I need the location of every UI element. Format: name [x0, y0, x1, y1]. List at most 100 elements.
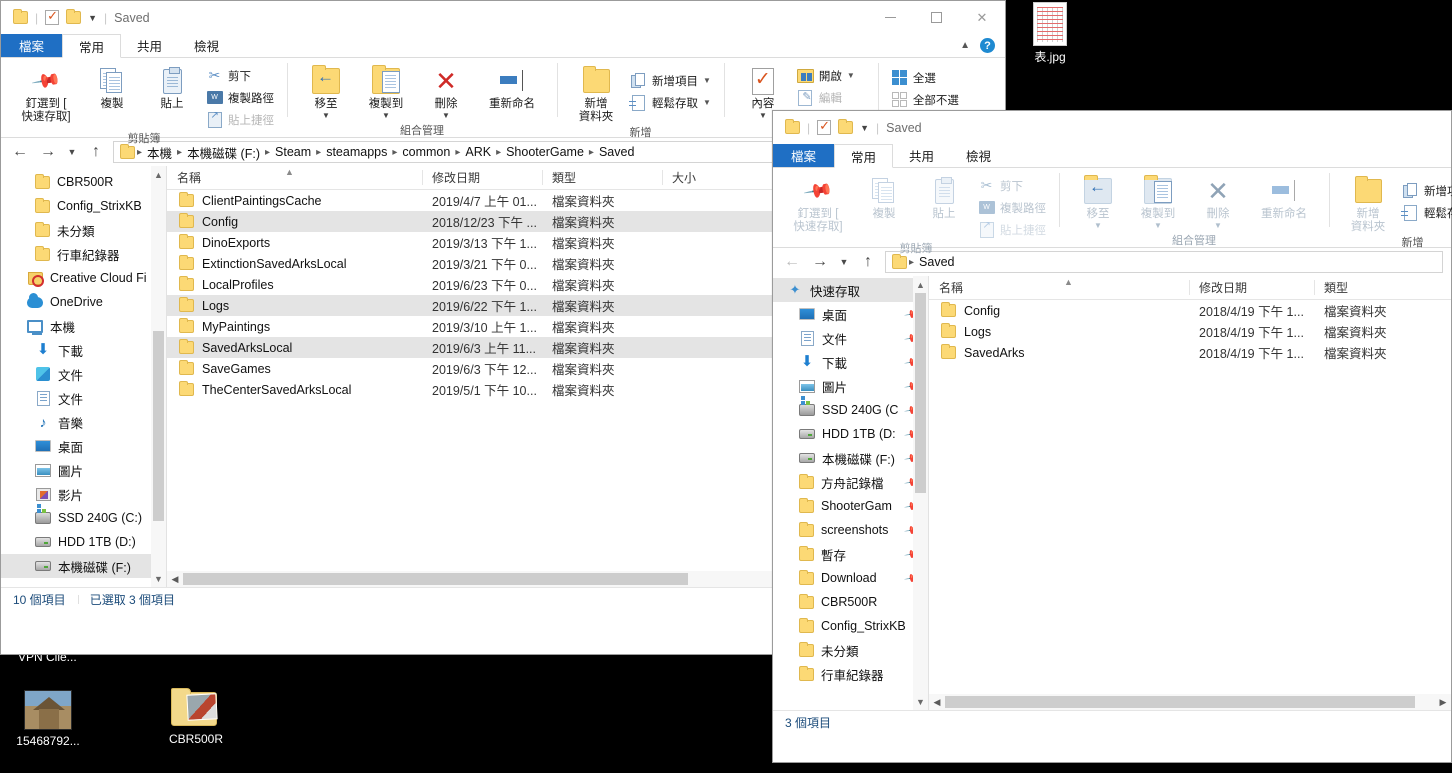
- file-list-pane[interactable]: ▲ 名稱 修改日期 類型 Config 2018/4/19 下午 1... 檔案資料…: [929, 276, 1451, 710]
- nav-item-secondary-15[interactable]: 未分類: [773, 638, 928, 662]
- copy-button[interactable]: 複製: [855, 172, 913, 221]
- chevron-down-icon[interactable]: ▼: [1094, 219, 1102, 232]
- tab-view[interactable]: 檢視: [178, 34, 235, 57]
- nav-item-secondary-16[interactable]: 行車紀錄器: [773, 662, 928, 686]
- quick-access-toolbar[interactable]: | ▼ | Saved: [1, 8, 150, 25]
- column-header-name[interactable]: ▲ 名稱: [929, 276, 1189, 299]
- navigation-pane[interactable]: CBR500R Config_StrixKB 未分類 行車紀錄器 Creative Cl…: [1, 166, 166, 587]
- chevron-down-icon[interactable]: ▼: [860, 123, 869, 133]
- desktop-icon-image-file[interactable]: 15468792...: [0, 690, 96, 749]
- properties-quick-icon[interactable]: [45, 8, 60, 25]
- title-bar[interactable]: | ▼ | Saved ✕: [1, 1, 1005, 34]
- tab-file[interactable]: 檔案: [773, 144, 835, 167]
- table-row[interactable]: Logs 2018/4/19 下午 1... 檔案資料夾: [929, 321, 1451, 342]
- tab-view[interactable]: 檢視: [950, 144, 1007, 167]
- scroll-down-icon[interactable]: ▼: [913, 693, 928, 710]
- tab-home[interactable]: 常用: [834, 144, 894, 168]
- breadcrumb-item[interactable]: common: [399, 145, 453, 159]
- nav-item-primary-15[interactable]: HDD 1TB (D:): [1, 530, 166, 554]
- close-button[interactable]: ✕: [959, 1, 1005, 34]
- nav-item-primary-9[interactable]: 文件: [1, 386, 166, 410]
- pin-to-quick-access-button[interactable]: 📌 釘選到 [ 快速存取]: [783, 172, 853, 234]
- explorer-window-secondary[interactable]: | ▼ | Saved 檔案 常用 共用 檢視 📌 釘選到 [ 快速存取] 複製: [772, 110, 1452, 763]
- desktop-icon-cbr500r-folder[interactable]: CBR500R: [148, 688, 244, 747]
- navigation-pane[interactable]: ✦快速存取桌面📌文件📌⬇下載📌圖片📌SSD 240G (C📌HDD 1TB (D…: [773, 276, 928, 710]
- maximize-button[interactable]: [913, 1, 959, 34]
- ribbon-tabs[interactable]: 檔案 常用 共用 檢視: [773, 144, 1451, 168]
- collapse-ribbon-icon[interactable]: ▲: [960, 40, 970, 51]
- new-folder-button[interactable]: 新增 資料夾: [1339, 172, 1397, 234]
- scrollbar-thumb[interactable]: [915, 293, 926, 493]
- chevron-down-icon[interactable]: ▼: [322, 109, 330, 122]
- nav-item-secondary-6[interactable]: HDD 1TB (D:📌: [773, 422, 928, 446]
- help-icon[interactable]: ?: [980, 38, 995, 53]
- easy-access-button[interactable]: 輕鬆存取 ▼: [1399, 202, 1452, 223]
- scroll-right-icon[interactable]: ▶: [1435, 697, 1451, 708]
- nav-item-primary-8[interactable]: 文件: [1, 362, 166, 386]
- cut-button[interactable]: ✂ 剪下: [975, 175, 1049, 196]
- chevron-down-icon[interactable]: ▼: [382, 109, 390, 122]
- nav-item-secondary-8[interactable]: 方舟記錄檔📌: [773, 470, 928, 494]
- nav-item-secondary-1[interactable]: 桌面📌: [773, 302, 928, 326]
- navigation-tree[interactable]: CBR500R Config_StrixKB 未分類 行車紀錄器 Creative Cl…: [1, 166, 166, 578]
- new-folder-button[interactable]: 新增 資料夾: [567, 62, 625, 124]
- rename-button[interactable]: 重新命名: [1249, 172, 1319, 221]
- desktop-icon-chart-jpg[interactable]: 表.jpg: [1005, 2, 1095, 65]
- chevron-down-icon[interactable]: ▼: [703, 76, 711, 85]
- select-all-button[interactable]: 全選: [888, 67, 962, 88]
- scrollbar-thumb[interactable]: [945, 696, 1415, 708]
- nav-item-secondary-14[interactable]: Config_StrixKB: [773, 614, 928, 638]
- delete-button[interactable]: ✕ 刪除 ▼: [1189, 172, 1247, 232]
- navigation-scrollbar[interactable]: ▲ ▼: [913, 276, 928, 710]
- copy-to-button[interactable]: 複製到 ▼: [357, 62, 415, 122]
- breadcrumb-item[interactable]: ShooterGame: [503, 145, 587, 159]
- nav-item-primary-7[interactable]: ⬇ 下載: [1, 338, 166, 362]
- nav-item-secondary-2[interactable]: 文件📌: [773, 326, 928, 350]
- scroll-down-icon[interactable]: ▼: [151, 570, 166, 587]
- horizontal-scrollbar[interactable]: ◀ ▶: [929, 694, 1451, 710]
- chevron-down-icon[interactable]: ▼: [759, 109, 767, 122]
- minimize-button[interactable]: [867, 1, 913, 34]
- title-bar[interactable]: | ▼ | Saved: [773, 111, 1451, 144]
- file-list[interactable]: Config 2018/4/19 下午 1... 檔案資料夾 Logs 2018/4/1…: [929, 300, 1451, 363]
- edit-button[interactable]: 編輯: [794, 87, 868, 108]
- nav-item-primary-3[interactable]: 行車紀錄器: [1, 242, 166, 266]
- breadcrumb-item[interactable]: Saved: [596, 145, 637, 159]
- copy-to-button[interactable]: 複製到 ▼: [1129, 172, 1187, 232]
- tab-file[interactable]: 檔案: [1, 34, 63, 57]
- nav-item-primary-14[interactable]: SSD 240G (C:): [1, 506, 166, 530]
- breadcrumb-item[interactable]: ARK: [462, 145, 494, 159]
- copy-button[interactable]: 複製: [83, 62, 141, 111]
- nav-item-secondary-11[interactable]: 暫存📌: [773, 542, 928, 566]
- copy-path-button[interactable]: W 複製路徑: [203, 87, 277, 108]
- paste-shortcut-button[interactable]: 貼上捷徑: [203, 109, 277, 130]
- nav-item-secondary-5[interactable]: SSD 240G (C📌: [773, 398, 928, 422]
- delete-button[interactable]: ✕ 刪除 ▼: [417, 62, 475, 122]
- nav-item-secondary-9[interactable]: ShooterGam📌: [773, 494, 928, 518]
- chevron-down-icon[interactable]: ▼: [442, 109, 450, 122]
- nav-item-secondary-12[interactable]: Download📌: [773, 566, 928, 590]
- navigation-scrollbar[interactable]: ▲ ▼: [151, 166, 166, 587]
- column-header-size[interactable]: 大小: [662, 166, 742, 189]
- column-headers[interactable]: ▲ 名稱 修改日期 類型: [929, 276, 1451, 300]
- column-header-type[interactable]: 類型: [1314, 276, 1424, 299]
- nav-item-secondary-13[interactable]: CBR500R: [773, 590, 928, 614]
- move-to-button[interactable]: 移至 ▼: [297, 62, 355, 122]
- rename-button[interactable]: 重新命名: [477, 62, 547, 111]
- nav-item-secondary-10[interactable]: screenshots📌: [773, 518, 928, 542]
- paste-button[interactable]: 貼上: [143, 62, 201, 111]
- scroll-up-icon[interactable]: ▲: [151, 166, 166, 183]
- ribbon-tabs[interactable]: 檔案 常用 共用 檢視 ▲ ?: [1, 34, 1005, 58]
- nav-item-primary-0[interactable]: CBR500R: [1, 170, 166, 194]
- scroll-left-icon[interactable]: ◀: [167, 574, 183, 585]
- tab-share[interactable]: 共用: [121, 34, 178, 57]
- navigation-tree[interactable]: ✦快速存取桌面📌文件📌⬇下載📌圖片📌SSD 240G (C📌HDD 1TB (D…: [773, 276, 928, 686]
- nav-item-primary-12[interactable]: 圖片: [1, 458, 166, 482]
- chevron-down-icon[interactable]: ▼: [88, 13, 97, 23]
- chevron-down-icon[interactable]: ▼: [847, 71, 855, 80]
- nav-item-secondary-0[interactable]: ✦ 快速存取: [773, 278, 928, 302]
- chevron-down-icon[interactable]: ▼: [1154, 219, 1162, 232]
- properties-quick-icon[interactable]: [817, 118, 832, 135]
- scrollbar-thumb[interactable]: [183, 573, 688, 585]
- nav-item-primary-4[interactable]: Creative Cloud Fi: [1, 266, 166, 290]
